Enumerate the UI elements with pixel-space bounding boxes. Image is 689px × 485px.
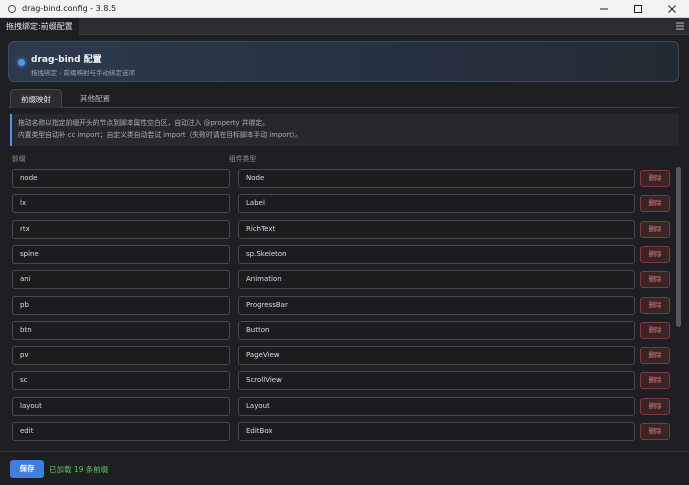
prefix-input[interactable]: btn [12,320,230,340]
scrollbar[interactable] [676,167,681,444]
delete-button[interactable]: 删除 [640,423,670,440]
tab-prefix-mapping[interactable]: 前缀映射 [10,89,62,108]
prefix-input[interactable]: node [12,169,230,188]
mapping-row: edit EditBox 删除 [10,422,674,441]
component-type-input[interactable]: ScrollView [238,371,635,391]
minimize-button[interactable] [587,0,621,18]
info-box: 拖动名称以指定前缀开头的节点到脚本属性空白区，自动注入 @property 并绑… [10,114,679,146]
prefix-input[interactable]: sc [12,371,230,391]
component-type-input[interactable]: ProgressBar [238,295,635,315]
panel-tab[interactable]: 拖拽绑定:前缀配置 [0,17,79,35]
save-button[interactable]: 保存 [10,460,44,478]
delete-button[interactable]: 删除 [640,372,670,390]
component-type-input[interactable]: EditBox [238,422,635,441]
scrollbar-thumb[interactable] [676,167,681,327]
minimize-icon [600,8,608,10]
mapping-row: node Node 删除 [10,169,674,188]
tab-strip: 前缀映射 其他配置 [8,88,679,108]
delete-button[interactable]: 删除 [640,271,670,289]
prefix-input[interactable]: lx [12,194,230,214]
component-type-input[interactable]: Animation [238,270,635,290]
column-header-component-type: 组件类型 [229,155,257,163]
close-button[interactable] [655,0,689,18]
component-type-input[interactable]: RichText [238,219,635,239]
panel-tabbar: 拖拽绑定:前缀配置 [0,17,689,35]
mapping-row: sc ScrollView 删除 [10,371,674,391]
prefix-input[interactable]: layout [12,396,230,416]
window-titlebar: drag-bind.config - 3.8.5 [0,0,689,18]
window-title: drag-bind.config - 3.8.5 [22,4,117,13]
component-type-input[interactable]: Label [238,194,635,214]
delete-button[interactable]: 删除 [640,170,670,187]
column-header-prefix: 前缀 [12,155,26,163]
footer: 保存 已加载 19 条前缀 [0,451,689,485]
delete-button[interactable]: 删除 [640,195,670,213]
window-controls [587,0,689,18]
mapping-row: layout Layout 删除 [10,396,674,416]
tab-other-settings[interactable]: 其他配置 [70,89,120,108]
header-subtitle: 拖拽绑定 - 前缀映射与手动绑定选项 [31,69,135,77]
mapping-row: ani Animation 删除 [10,270,674,290]
header-title: drag-bind 配置 [31,55,102,65]
info-line-1: 拖动名称以指定前缀开头的节点到脚本属性空白区，自动注入 @property 并绑… [18,119,269,127]
component-type-input[interactable]: PageView [238,346,635,366]
info-line-2: 内置类型自动补 cc import；自定义类自动尝试 import（失败时请在目… [18,131,302,139]
prefix-input[interactable]: rtx [12,219,230,239]
prefix-input[interactable]: pv [12,346,230,366]
hamburger-menu-icon[interactable] [675,21,685,31]
delete-button[interactable]: 删除 [640,245,670,263]
header-card: drag-bind 配置 拖拽绑定 - 前缀映射与手动绑定选项 [8,41,679,82]
status-dot-icon [18,59,25,66]
mapping-row: lx Label 删除 [10,194,674,214]
prefix-input[interactable]: ani [12,270,230,290]
app-icon [8,4,16,13]
close-icon [668,5,676,13]
component-type-input[interactable]: Layout [238,396,635,416]
component-type-input[interactable]: Button [238,320,635,340]
delete-button[interactable]: 删除 [640,397,670,415]
component-type-input[interactable]: Node [238,169,635,188]
component-type-input[interactable]: sp.Skeleton [238,244,635,264]
prefix-input[interactable]: pb [12,295,230,315]
mapping-row: rtx RichText 删除 [10,219,674,239]
delete-button[interactable]: 删除 [640,321,670,339]
delete-button[interactable]: 删除 [640,220,670,238]
mapping-row: spine sp.Skeleton 删除 [10,244,674,264]
maximize-button[interactable] [621,0,655,18]
mapping-row: btn Button 删除 [10,320,674,340]
delete-button[interactable]: 删除 [640,296,670,314]
maximize-icon [634,5,642,13]
mapping-row: pv PageView 删除 [10,346,674,366]
mapping-list: node Node 删除 lx Label 删除 rtx RichText 删除 spine sp.… [10,167,674,444]
mapping-row: pb ProgressBar 删除 [10,295,674,315]
status-text: 已加载 19 条前缀 [49,465,109,474]
prefix-input[interactable]: edit [12,422,230,441]
delete-button[interactable]: 删除 [640,347,670,365]
prefix-input[interactable]: spine [12,244,230,264]
